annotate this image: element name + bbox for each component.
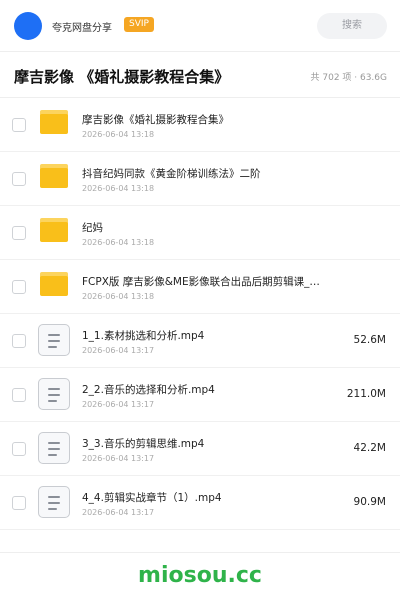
select-checkbox[interactable] bbox=[12, 226, 26, 240]
file-row[interactable]: 2_2.音乐的选择和分析.mp4 2026-06-04 13:17 211.0M bbox=[0, 368, 400, 422]
file-row[interactable]: 3_3.音乐的剪辑思维.mp4 2026-06-04 13:17 42.2M bbox=[0, 422, 400, 476]
watermark-text: miosou.cc bbox=[138, 563, 262, 588]
share-title-bar: 摩吉影像 《婚礼摄影教程合集》 共 702 项 · 63.6G bbox=[0, 52, 400, 98]
select-checkbox[interactable] bbox=[12, 172, 26, 186]
file-date: 2026-06-04 13:17 bbox=[82, 508, 155, 517]
file-date: 2026-06-04 13:18 bbox=[82, 130, 155, 139]
file-row[interactable]: 摩吉影像《婚礼摄影教程合集》 2026-06-04 13:18 bbox=[0, 98, 400, 152]
file-name: FCPX版 摩吉影像&ME影像联合出品后期剪辑课_… bbox=[82, 276, 320, 288]
select-checkbox[interactable] bbox=[12, 118, 26, 132]
file-date: 2026-06-04 13:17 bbox=[82, 400, 155, 409]
file-size: 52.6M bbox=[353, 334, 386, 346]
file-name: 摩吉影像《婚礼摄影教程合集》 bbox=[82, 114, 229, 126]
page-title: 摩吉影像 《婚礼摄影教程合集》 bbox=[14, 68, 230, 86]
header-bar: 夸克网盘分享 SVIP 搜索 bbox=[0, 0, 400, 52]
file-date: 2026-06-04 13:17 bbox=[82, 346, 155, 355]
select-checkbox[interactable] bbox=[12, 496, 26, 510]
file-name: 抖音纪妈同款《黄金阶梯训练法》二阶 bbox=[82, 168, 261, 180]
select-checkbox[interactable] bbox=[12, 442, 26, 456]
file-row[interactable]: 4_4.剪辑实战章节（1）.mp4 2026-06-04 13:17 90.9M bbox=[0, 476, 400, 530]
file-name: 3_3.音乐的剪辑思维.mp4 bbox=[82, 438, 205, 450]
file-row[interactable]: FCPX版 摩吉影像&ME影像联合出品后期剪辑课_… 2026-06-04 13:… bbox=[0, 260, 400, 314]
file-name: 纪妈 bbox=[82, 222, 103, 234]
file-row[interactable]: 1_1.素材挑选和分析.mp4 2026-06-04 13:17 52.6M bbox=[0, 314, 400, 368]
file-date: 2026-06-04 13:17 bbox=[82, 454, 155, 463]
file-date: 2026-06-04 13:18 bbox=[82, 184, 155, 193]
share-summary: 共 702 项 · 63.6G bbox=[310, 73, 388, 83]
search-button[interactable]: 搜索 bbox=[317, 13, 387, 39]
document-icon bbox=[38, 432, 70, 464]
app-name: 夸克网盘分享 bbox=[52, 23, 112, 34]
document-icon bbox=[38, 486, 70, 518]
folder-icon bbox=[40, 272, 68, 296]
file-size: 211.0M bbox=[346, 388, 386, 400]
folder-icon bbox=[40, 164, 68, 188]
file-date: 2026-06-04 13:18 bbox=[82, 292, 155, 301]
footer: miosou.cc bbox=[0, 552, 400, 600]
select-checkbox[interactable] bbox=[12, 334, 26, 348]
avatar[interactable] bbox=[14, 12, 42, 40]
file-name: 1_1.素材挑选和分析.mp4 bbox=[82, 330, 205, 342]
folder-icon bbox=[40, 218, 68, 242]
file-name: 2_2.音乐的选择和分析.mp4 bbox=[82, 384, 215, 396]
file-size: 90.9M bbox=[353, 496, 386, 508]
document-icon bbox=[38, 378, 70, 410]
file-date: 2026-06-04 13:18 bbox=[82, 238, 155, 247]
file-row[interactable]: 抖音纪妈同款《黄金阶梯训练法》二阶 2026-06-04 13:18 bbox=[0, 152, 400, 206]
select-checkbox[interactable] bbox=[12, 388, 26, 402]
file-name: 4_4.剪辑实战章节（1）.mp4 bbox=[82, 492, 222, 504]
folder-icon bbox=[40, 110, 68, 134]
document-icon bbox=[38, 324, 70, 356]
file-row[interactable]: 纪妈 2026-06-04 13:18 bbox=[0, 206, 400, 260]
select-checkbox[interactable] bbox=[12, 280, 26, 294]
svip-badge: SVIP bbox=[124, 17, 154, 32]
file-size: 42.2M bbox=[353, 442, 386, 454]
